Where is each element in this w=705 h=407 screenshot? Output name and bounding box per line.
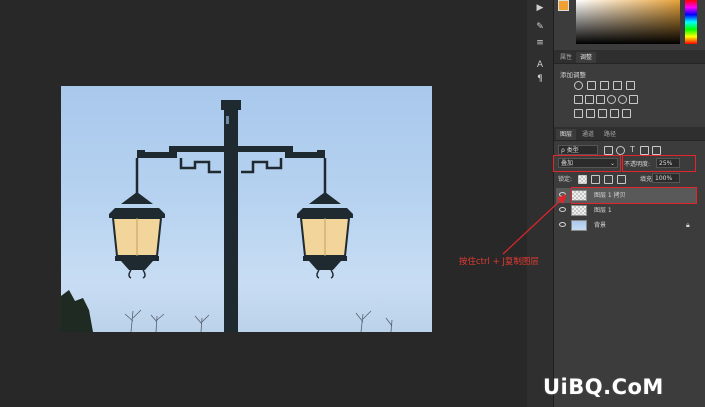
brush-settings-icon[interactable]: ✎ (535, 22, 545, 32)
paragraph-icon[interactable]: ¶ (535, 74, 545, 84)
foreground-color-swatch[interactable] (558, 0, 569, 11)
lock-pixels-icon[interactable] (591, 175, 600, 184)
filter-type-icon[interactable]: T (630, 145, 635, 154)
adjustments-tabbar: 属性 调整 (554, 50, 705, 64)
play-icon[interactable]: ▶ (535, 3, 545, 13)
lock-transparency-icon[interactable] (578, 175, 587, 184)
highlight-layer-copy (571, 187, 697, 204)
photo-filter-icon[interactable] (607, 95, 616, 104)
watermark: UiBQ.CoM (543, 375, 664, 399)
filter-smart-object-icon[interactable] (652, 146, 661, 155)
layer-filter-kind[interactable]: ρ 类型 (558, 145, 598, 155)
lock-all-icon[interactable] (617, 175, 626, 184)
tab-properties[interactable]: 属性 (556, 52, 576, 63)
adjustment-icons-grid (574, 81, 694, 121)
layer-filter-icons: T (604, 145, 684, 155)
lock-icons (578, 175, 640, 184)
lock-icon: 🔒︎ (686, 221, 690, 229)
annotation-text: 按住ctrl + J复制图层 (459, 257, 539, 267)
filter-shape-icon[interactable] (640, 146, 649, 155)
tab-channels[interactable]: 通道 (578, 129, 598, 140)
color-field[interactable] (576, 0, 680, 44)
sliders-icon[interactable]: ≡ (535, 38, 545, 48)
fill-input[interactable]: 100% (652, 173, 680, 183)
annotation-arrow (502, 194, 567, 255)
street-lamp-photo (61, 100, 393, 332)
gradient-map-icon[interactable] (622, 109, 631, 118)
levels-icon[interactable] (587, 81, 596, 90)
tab-adjustments[interactable]: 调整 (576, 52, 597, 63)
layer-row-1[interactable]: 图层 1 (556, 203, 696, 218)
document-canvas-image[interactable] (61, 86, 432, 332)
hue-saturation-icon[interactable] (574, 95, 583, 104)
layers-tabbar: 图层 通道 路径 (554, 127, 705, 141)
vibrance-icon[interactable] (626, 81, 635, 90)
brightness-icon[interactable] (574, 81, 583, 90)
curves-icon[interactable] (600, 81, 609, 90)
highlight-blend-mode (553, 155, 621, 172)
layer-name: 图层 1 (594, 207, 612, 214)
adjustments-title: 添加调整 (560, 71, 586, 79)
invert-icon[interactable] (574, 109, 583, 118)
channel-mixer-icon[interactable] (618, 95, 627, 104)
layer-row-background[interactable]: 背景 🔒︎ (556, 218, 696, 233)
color-lookup-icon[interactable] (629, 95, 638, 104)
exposure-icon[interactable] (613, 81, 622, 90)
character-icon[interactable]: A (535, 60, 545, 70)
hue-slider[interactable] (685, 0, 697, 44)
selective-color-icon[interactable] (610, 109, 619, 118)
posterize-icon[interactable] (586, 109, 595, 118)
layer-name: 背景 (594, 222, 607, 229)
lock-label: 锁定: (558, 176, 573, 183)
black-white-icon[interactable] (596, 95, 605, 104)
tab-layers[interactable]: 图层 (556, 129, 577, 140)
lock-position-icon[interactable] (604, 175, 613, 184)
threshold-icon[interactable] (598, 109, 607, 118)
tab-paths[interactable]: 路径 (600, 129, 620, 140)
color-balance-icon[interactable] (585, 95, 594, 104)
filter-adjustment-icon[interactable] (616, 146, 625, 155)
filter-pixel-icon[interactable] (604, 146, 613, 155)
highlight-opacity (622, 155, 696, 172)
